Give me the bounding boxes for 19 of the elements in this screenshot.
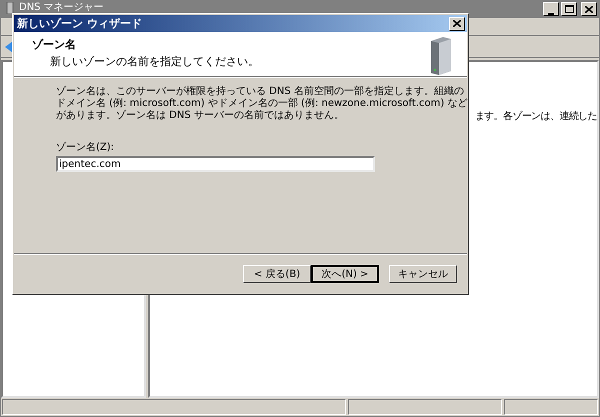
wizard-button[interactable]: < 戻る(B) — [243, 265, 311, 283]
wizard-button[interactable]: 次へ(N) > — [311, 265, 379, 283]
minimize-button[interactable] — [543, 2, 559, 16]
wizard-button[interactable]: キャンセル — [389, 265, 457, 283]
window-title: DNS マネージャー — [19, 2, 104, 13]
minimize-icon — [548, 13, 554, 15]
close-button[interactable] — [449, 16, 465, 30]
header-subtitle: 新しいゾーンの名前を指定してください。 — [49, 54, 259, 70]
close-icon — [453, 20, 461, 27]
close-button[interactable] — [581, 2, 597, 16]
zone-name-field[interactable]: ipentec.com — [56, 156, 375, 172]
description-text: ゾーン名は、このサーバーが権限を持っている DNS 名前空間の一部を指定します。組織のドメイン名 (例: microsoft.com) やドメイン名の一部 (例: newzone.microsoft.com) などがあります。ゾーン名は DNS サーバーの名前ではありません。 — [56, 86, 468, 122]
close-icon — [585, 6, 593, 12]
content-text: ます。各ゾーンは、連続した — [474, 111, 597, 122]
maximize-button[interactable] — [561, 2, 577, 16]
header-title: ゾーン名 — [32, 37, 77, 53]
zone-name-label: ゾーン名(Z): — [56, 142, 116, 154]
maximize-icon — [564, 5, 574, 13]
dialog-title: 新しいゾーン ウィザード — [17, 18, 142, 29]
